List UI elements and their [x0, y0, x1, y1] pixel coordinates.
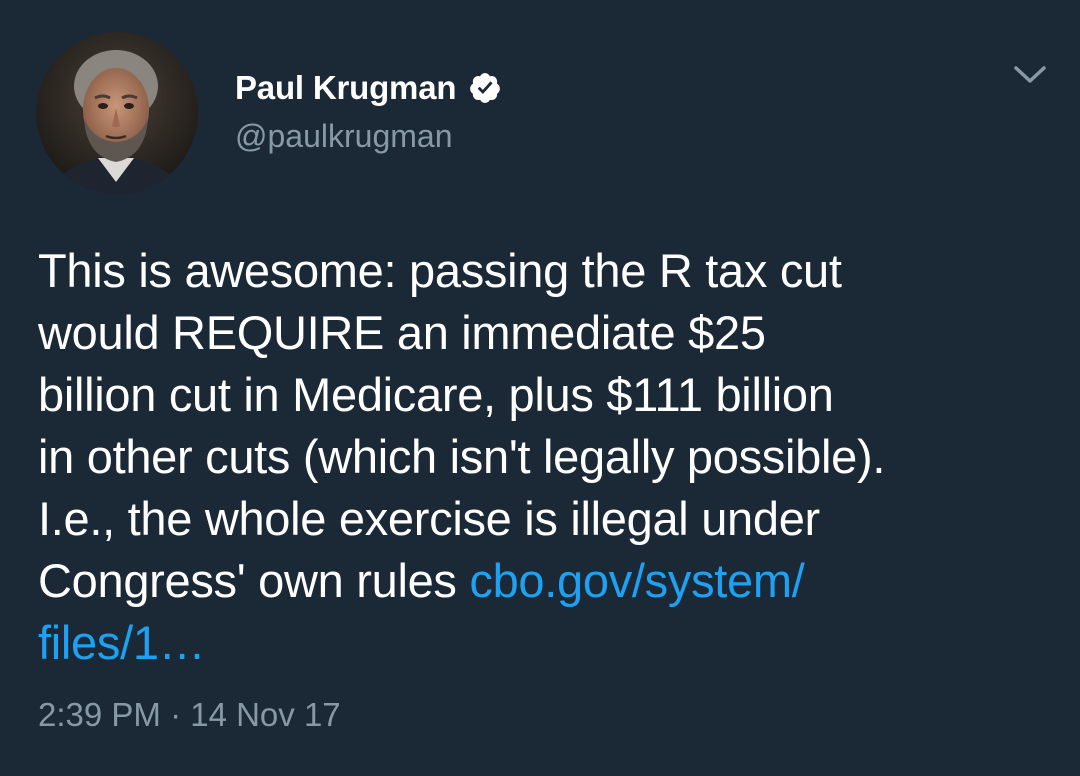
tweet-text-line: This is awesome: passing the R tax cut — [38, 244, 842, 297]
tweet-text-line: would REQUIRE an immediate $25 — [38, 306, 766, 359]
tweet-timestamp[interactable]: 2:39 PM · 14 Nov 17 — [38, 696, 341, 734]
tweet-text-line: Congress' own rules — [38, 554, 470, 607]
tweet-card: Paul Krugman @paulkrugman This is awesom… — [0, 0, 1080, 776]
author-handle[interactable]: @paulkrugman — [235, 118, 452, 155]
person-avatar-icon — [36, 32, 198, 194]
tweet-text: This is awesome: passing the R tax cut w… — [38, 240, 1048, 674]
tweet-text-line: in other cuts (which isn't legally possi… — [38, 430, 886, 483]
tweet-link[interactable]: cbo.gov/system/ — [469, 554, 804, 607]
verified-badge-icon — [470, 73, 501, 103]
author-name-row[interactable]: Paul Krugman — [235, 66, 502, 110]
chevron-down-icon[interactable] — [1010, 60, 1050, 88]
tweet-text-line: I.e., the whole exercise is illegal unde… — [38, 492, 820, 545]
author-name[interactable]: Paul Krugman — [235, 69, 457, 107]
tweet-link-continued[interactable]: files/1… — [38, 616, 206, 669]
author-avatar[interactable] — [36, 32, 198, 194]
tweet-text-line: billion cut in Medicare, plus $111 billi… — [38, 368, 834, 421]
